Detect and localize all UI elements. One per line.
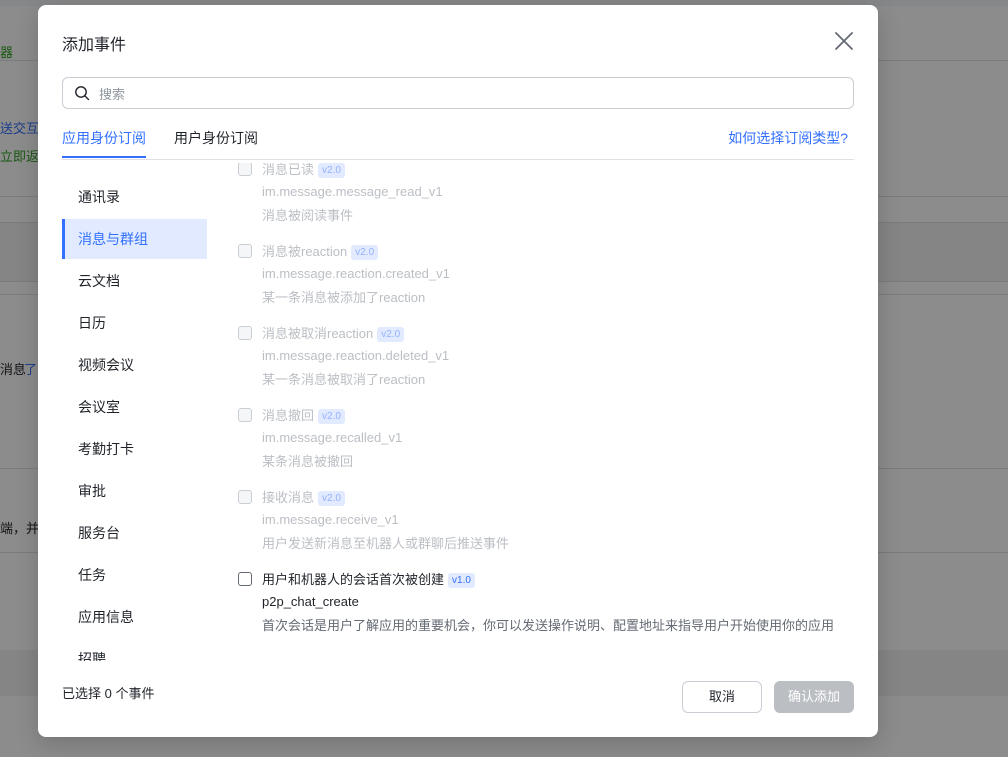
event-title: 消息撤回 v2.0 [262, 407, 345, 425]
event-code: im.message.recalled_v1 [262, 430, 403, 445]
version-badge: v2.0 [318, 491, 345, 506]
event-title: 接收消息 v2.0 [262, 489, 345, 507]
event-code: im.message.reaction.created_v1 [262, 266, 450, 281]
dialog-title: 添加事件 [62, 37, 127, 54]
category-item-app-info[interactable]: 应用信息 [62, 597, 207, 637]
event-description: 某条消息被撤回 [262, 454, 354, 469]
active-tab-indicator [62, 156, 146, 158]
event-checkbox[interactable] [238, 244, 252, 258]
event-name: 消息已读 [262, 163, 315, 177]
add-event-dialog: 添加事件 应用身份订阅 用户身份订阅 如何选择订阅类型? 通讯录 消息与群组 云… [38, 5, 878, 737]
category-item-messages-groups[interactable]: 消息与群组 [62, 219, 207, 259]
event-description: 消息被阅读事件 [262, 208, 354, 223]
event-checkbox[interactable] [238, 326, 252, 340]
version-badge: v2.0 [377, 327, 405, 342]
event-title: 消息被取消reaction v2.0 [262, 325, 405, 343]
category-item-video-meeting[interactable]: 视频会议 [62, 345, 207, 385]
version-badge: v2.0 [351, 245, 379, 260]
event-title: 消息已读 v2.0 [262, 163, 345, 179]
category-item-calendar[interactable]: 日历 [62, 303, 207, 343]
event-checkbox[interactable] [238, 572, 252, 586]
search-icon [75, 86, 90, 101]
event-checkbox[interactable] [238, 408, 252, 422]
version-badge: v2.0 [318, 163, 345, 178]
search-box [62, 77, 854, 110]
category-item-meeting-room[interactable]: 会议室 [62, 387, 207, 427]
category-item-helpdesk[interactable]: 服务台 [62, 513, 207, 553]
category-item-docs[interactable]: 云文档 [62, 261, 207, 301]
close-icon [835, 32, 853, 50]
search-input[interactable] [97, 78, 841, 110]
event-name: 消息被取消reaction [262, 326, 374, 341]
event-code: p2p_chat_create [262, 594, 359, 609]
tab-user-identity[interactable]: 用户身份订阅 [174, 128, 258, 148]
category-item-contacts[interactable]: 通讯录 [62, 177, 207, 217]
event-code: im.message.message_read_v1 [262, 184, 443, 199]
event-title: 用户和机器人的会话首次被创建 v1.0 [262, 571, 475, 589]
category-item-recruiting[interactable]: 招聘 [62, 639, 207, 661]
event-title: 消息被reaction v2.0 [262, 243, 379, 261]
confirm-add-button[interactable]: 确认添加 [774, 681, 854, 713]
event-code: im.message.reaction.deleted_v1 [262, 348, 450, 363]
cancel-button[interactable]: 取消 [682, 681, 762, 713]
selected-count: 已选择 0 个事件 [62, 686, 155, 701]
event-checkbox[interactable] [238, 163, 252, 176]
category-item-approval[interactable]: 审批 [62, 471, 207, 511]
category-list: 通讯录 消息与群组 云文档 日历 视频会议 会议室 考勤打卡 审批 服务台 任务… [62, 163, 208, 661]
category-item-tasks[interactable]: 任务 [62, 555, 207, 595]
event-description: 用户发送新消息至机器人或群聊后推送事件 [262, 536, 510, 551]
event-name: 接收消息 [262, 490, 315, 505]
event-name: 用户和机器人的会话首次被创建 [262, 572, 445, 587]
subscription-type-help-link[interactable]: 如何选择订阅类型? [728, 128, 848, 148]
event-description: 某一条消息被取消了reaction [262, 372, 426, 387]
category-item-attendance[interactable]: 考勤打卡 [62, 429, 207, 469]
close-button[interactable] [832, 29, 856, 53]
event-description: 首次会话是用户了解应用的重要机会，你可以发送操作说明、配置地址来指导用户开始使用… [262, 618, 835, 633]
event-checkbox[interactable] [238, 490, 252, 504]
event-list: 消息已读 v2.0 im.message.message_read_v1 消息被阅… [234, 163, 854, 661]
tab-app-identity[interactable]: 应用身份订阅 [62, 128, 146, 148]
event-name: 消息被reaction [262, 244, 348, 259]
event-code: im.message.receive_v1 [262, 512, 399, 527]
version-badge: v1.0 [448, 573, 475, 588]
event-description: 某一条消息被添加了reaction [262, 290, 426, 305]
version-badge: v2.0 [318, 409, 345, 424]
subscription-tabs: 应用身份订阅 用户身份订阅 如何选择订阅类型? [62, 115, 854, 160]
event-name: 消息撤回 [262, 408, 315, 423]
